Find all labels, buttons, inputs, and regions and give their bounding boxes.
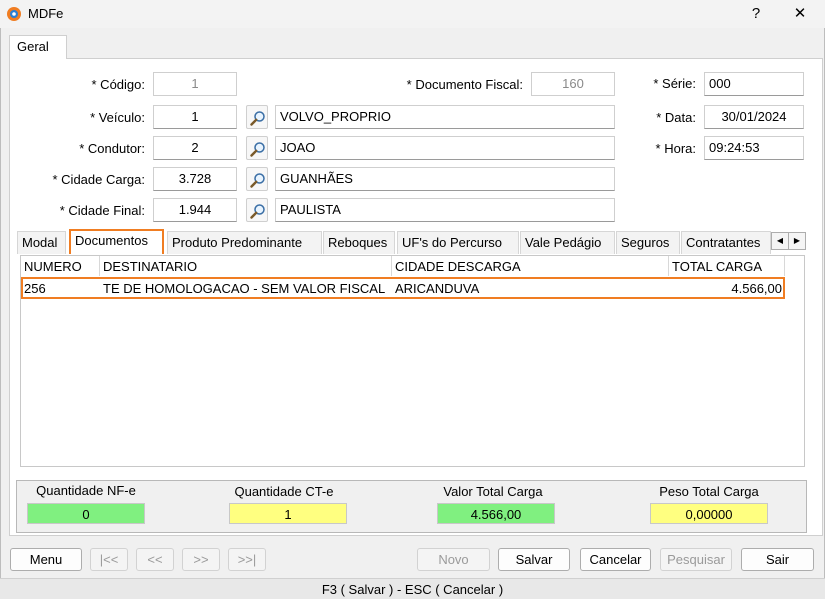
veiculo-label: * Veículo: — [90, 110, 145, 125]
valor-total-carga-label: Valor Total Carga — [443, 484, 543, 499]
menu-button[interactable]: Menu — [10, 548, 82, 571]
magnifier-icon — [250, 173, 265, 188]
cidade-final-name-field[interactable]: PAULISTA — [275, 198, 615, 222]
tab-modal[interactable]: Modal — [17, 231, 66, 254]
tab-documentos[interactable]: Documentos — [69, 229, 164, 254]
cidade-carga-label: * Cidade Carga: — [52, 172, 146, 187]
codigo-field[interactable]: 1 — [153, 72, 237, 96]
app-logo-icon — [6, 6, 22, 22]
last-record-button[interactable]: >>| — [228, 548, 266, 571]
tab-seguros[interactable]: Seguros — [616, 231, 680, 254]
selected-row-highlight — [21, 277, 785, 299]
condutor-search-button[interactable] — [246, 136, 268, 160]
serie-label: * Série: — [653, 76, 696, 91]
first-record-button[interactable]: |<< — [90, 548, 128, 571]
next-record-button[interactable]: >> — [182, 548, 220, 571]
status-bar: F3 ( Salvar ) - ESC ( Cancelar ) — [0, 578, 825, 599]
magnifier-icon — [250, 204, 265, 219]
cidade-carga-name-field[interactable]: GUANHÃES — [275, 167, 615, 191]
cancelar-button[interactable]: Cancelar — [580, 548, 651, 571]
sair-button[interactable]: Sair — [741, 548, 814, 571]
column-header-total-carga[interactable]: TOTAL CARGA — [669, 256, 785, 276]
column-header-numero[interactable]: NUMERO — [21, 256, 100, 276]
condutor-name-field[interactable]: JOAO — [275, 136, 615, 160]
tab-contratantes[interactable]: Contratantes — [681, 231, 771, 254]
tab-scroll-arrows: ◀ ▶ — [771, 232, 807, 250]
quantidade-nfe-value: 0 — [27, 503, 145, 524]
quantidade-cte-label: Quantidade CT-e — [234, 484, 334, 499]
salvar-button[interactable]: Salvar — [498, 548, 570, 571]
tab-ufs-percurso[interactable]: UF's do Percurso — [397, 231, 519, 254]
codigo-label: * Código: — [91, 77, 145, 92]
previous-record-button[interactable]: << — [136, 548, 174, 571]
cidade-final-search-button[interactable] — [246, 198, 268, 222]
condutor-code-field[interactable]: 2 — [153, 136, 237, 160]
peso-total-carga-value: 0,00000 — [650, 503, 768, 524]
column-header-cidade-descarga[interactable]: CIDADE DESCARGA — [392, 256, 669, 276]
tab-scroll-right-button[interactable]: ▶ — [788, 232, 806, 250]
hora-field[interactable]: 09:24:53 — [704, 136, 804, 160]
tab-geral[interactable]: Geral — [9, 35, 67, 59]
title-bar — [0, 0, 825, 28]
cidade-carga-code-field[interactable]: 3.728 — [153, 167, 237, 191]
column-header-destinatario[interactable]: DESTINATARIO — [100, 256, 392, 276]
veiculo-name-field[interactable]: VOLVO_PROPRIO — [275, 105, 615, 129]
veiculo-search-button[interactable] — [246, 105, 268, 129]
data-label: * Data: — [656, 110, 696, 125]
condutor-label: * Condutor: — [79, 141, 145, 156]
tab-vale-pedagio[interactable]: Vale Pedágio — [520, 231, 615, 254]
serie-field[interactable]: 000 — [704, 72, 804, 96]
tab-reboques[interactable]: Reboques — [323, 231, 395, 254]
quantidade-cte-value: 1 — [229, 503, 347, 524]
cidade-final-label: * Cidade Final: — [59, 203, 145, 218]
tab-produto-predominante[interactable]: Produto Predominante — [167, 231, 322, 254]
tab-scroll-left-button[interactable]: ◀ — [771, 232, 789, 250]
grid-header: NUMERO DESTINATARIO CIDADE DESCARGA TOTA… — [21, 256, 785, 276]
quantidade-nfe-label: Quantidade NF-e — [36, 483, 136, 498]
veiculo-code-field[interactable]: 1 — [153, 105, 237, 129]
documento-fiscal-label: * Documento Fiscal: — [406, 77, 523, 92]
help-button[interactable]: ? — [736, 2, 776, 26]
documents-grid: NUMERO DESTINATARIO CIDADE DESCARGA TOTA… — [20, 255, 805, 467]
valor-total-carga-value: 4.566,00 — [437, 503, 555, 524]
magnifier-icon — [250, 142, 265, 157]
novo-button[interactable]: Novo — [417, 548, 490, 571]
window-title: MDFe — [28, 6, 64, 21]
magnifier-icon — [250, 111, 265, 126]
subtab-strip: Modal Documentos Produto Predominante Re… — [17, 229, 807, 254]
cidade-carga-search-button[interactable] — [246, 167, 268, 191]
close-button[interactable]: ✕ — [780, 2, 820, 26]
pesquisar-button[interactable]: Pesquisar — [660, 548, 732, 571]
peso-total-carga-label: Peso Total Carga — [659, 484, 759, 499]
documento-fiscal-field[interactable]: 160 — [531, 72, 615, 96]
data-field[interactable]: 30/01/2024 — [704, 105, 804, 129]
cidade-final-code-field[interactable]: 1.944 — [153, 198, 237, 222]
hora-label: * Hora: — [655, 141, 696, 156]
